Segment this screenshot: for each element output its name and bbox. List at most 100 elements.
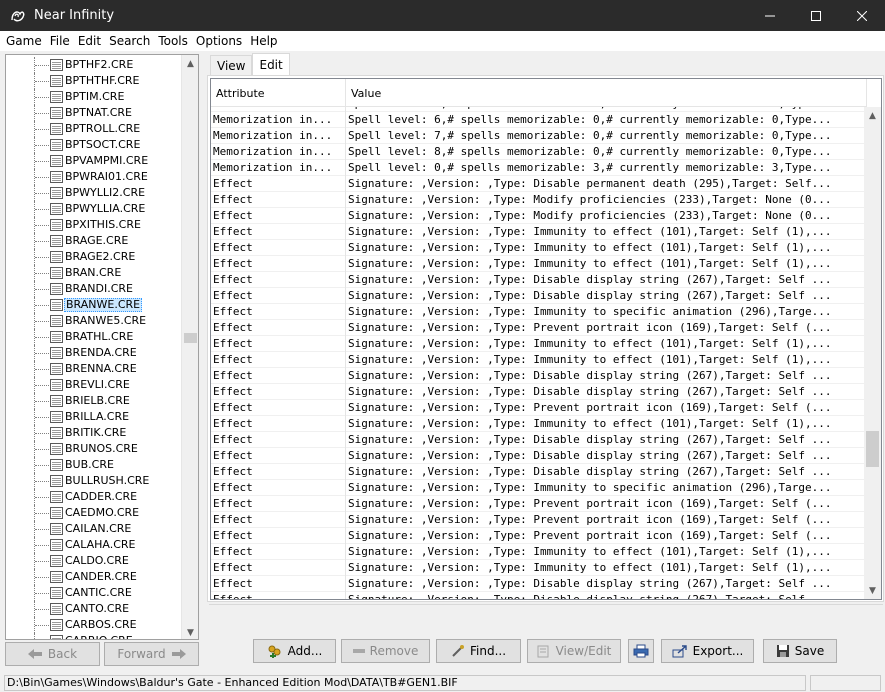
table-scrollbar[interactable]: ▲ ▼ (864, 107, 881, 599)
tree-item[interactable]: CARBOS.CRE (6, 617, 186, 633)
tree-item[interactable]: CALDO.CRE (6, 553, 186, 569)
tree-item[interactable]: CANDER.CRE (6, 569, 186, 585)
tree-item[interactable]: BPWYLLIA.CRE (6, 201, 186, 217)
tree-item[interactable]: BRENDA.CRE (6, 345, 186, 361)
table-row[interactable]: EffectSignature: ,Version: ,Type: Disabl… (211, 272, 867, 288)
column-header-attribute[interactable]: Attribute (211, 79, 346, 107)
add-button[interactable]: Add... (253, 639, 336, 663)
table-row[interactable]: Memorization in... Spell level: 8,# spell… (211, 144, 867, 160)
print-button[interactable] (628, 639, 654, 663)
table-row[interactable]: Effect Signature: ,Version: ,Type: Immuni… (211, 480, 867, 496)
tree-item[interactable]: BRAN.CRE (6, 265, 186, 281)
tree-item[interactable]: BREVLI.CRE (6, 377, 186, 393)
table-row[interactable]: Effect Signature: ,Version: ,Type: Preven… (211, 320, 867, 336)
tree-item[interactable]: BRENNA.CRE (6, 361, 186, 377)
tree-item[interactable]: CAILAN.CRE (6, 521, 186, 537)
menu-options[interactable]: Options (192, 34, 246, 48)
scroll-down-icon[interactable]: ▼ (864, 582, 881, 599)
tree-scrollbar[interactable]: ▲ ▼ (181, 55, 198, 639)
table-row[interactable]: Effect Signature: ,Version: ,Type: Preven… (211, 496, 867, 512)
tree-item[interactable]: BUB.CRE (6, 457, 186, 473)
table-row[interactable]: EffectSignature: ,Version: ,Type: Disabl… (211, 464, 867, 480)
close-button[interactable] (839, 0, 885, 31)
forward-button[interactable]: Forward (104, 642, 199, 666)
menu-help[interactable]: Help (246, 34, 281, 48)
table-row[interactable]: Effect Signature: ,Version: ,Type: Immuni… (211, 336, 867, 352)
menu-tools[interactable]: Tools (154, 34, 192, 48)
view-edit-button[interactable]: View/Edit (527, 639, 621, 663)
tree-item[interactable]: BRITIK.CRE (6, 425, 186, 441)
table-row[interactable]: EffectSignature: ,Version: ,Type: Disabl… (211, 592, 867, 599)
table-row[interactable]: EffectSignature: ,Version: ,Type: Disabl… (211, 368, 867, 384)
tree-item[interactable]: CANTIC.CRE (6, 585, 186, 601)
scroll-up-icon[interactable]: ▲ (182, 55, 198, 72)
table-row[interactable]: EffectSignature: ,Version: ,Type: Disabl… (211, 288, 867, 304)
table-row[interactable]: EffectSignature: ,Version: ,Type: Disabl… (211, 176, 867, 192)
table-row[interactable]: Effect Signature: ,Version: ,Type: Immuni… (211, 256, 867, 272)
tree-item[interactable]: BPTROLL.CRE (6, 121, 186, 137)
table-row[interactable]: EffectSignature: ,Version: ,Type: Disabl… (211, 432, 867, 448)
tree-item[interactable]: BPTSOCT.CRE (6, 137, 186, 153)
tree-item[interactable]: BPXITHIS.CRE (6, 217, 186, 233)
table-row[interactable]: EffectSignature: ,Version: ,Type: Disabl… (211, 448, 867, 464)
tree-item[interactable]: BPWRAI01.CRE (6, 169, 186, 185)
table-row[interactable]: Effect Signature: ,Version: ,Type: Immuni… (211, 352, 867, 368)
maximize-button[interactable] (793, 0, 839, 31)
table-row[interactable]: Effect Signature: ,Version: ,Type: Modify… (211, 192, 867, 208)
table-row[interactable]: EffectSignature: ,Version: ,Type: Disabl… (211, 576, 867, 592)
tree-scroll-thumb[interactable] (184, 333, 197, 343)
tree-item[interactable]: CAEDMO.CRE (6, 505, 186, 521)
save-button[interactable]: Save (763, 639, 837, 663)
tree-item[interactable]: BPWYLLI2.CRE (6, 185, 186, 201)
table-row[interactable]: Effect Signature: ,Version: ,Type: Immuni… (211, 560, 867, 576)
tree-item[interactable]: BRANWE5.CRE (6, 313, 186, 329)
table-row[interactable]: Effect Signature: ,Version: ,Type: Preven… (211, 512, 867, 528)
table-row[interactable]: Memorization in... Spell level: 0,# spell… (211, 160, 867, 176)
tab-edit[interactable]: Edit (252, 53, 290, 75)
back-button[interactable]: Back (5, 642, 100, 666)
table-row[interactable]: Effect Signature: ,Version: ,Type: Immuni… (211, 240, 867, 256)
tree-item[interactable]: BRILLA.CRE (6, 409, 186, 425)
tree-item[interactable]: BPTHF2.CRE (6, 57, 186, 73)
table-row[interactable]: Effect Signature: ,Version: ,Type: Immuni… (211, 224, 867, 240)
tree-item[interactable]: BRANWE.CRE (6, 297, 186, 313)
tree-item[interactable]: BRATHL.CRE (6, 329, 186, 345)
tree-item[interactable]: BRUNOS.CRE (6, 441, 186, 457)
minimize-button[interactable] (747, 0, 793, 31)
table-row[interactable]: Effect Signature: ,Version: ,Type: Preven… (211, 400, 867, 416)
tree-item[interactable]: BPTIM.CRE (6, 89, 186, 105)
tab-view[interactable]: View (210, 55, 253, 75)
tree-item[interactable]: BPTHTHF.CRE (6, 73, 186, 89)
table-row[interactable]: Effect Signature: ,Version: ,Type: Preven… (211, 528, 867, 544)
tree-item[interactable]: BPTNAT.CRE (6, 105, 186, 121)
tree-item[interactable]: CANTO.CRE (6, 601, 186, 617)
table-scroll-thumb[interactable] (866, 431, 879, 467)
tree-item[interactable]: CALAHA.CRE (6, 537, 186, 553)
remove-button[interactable]: Remove (341, 639, 430, 663)
table-row[interactable]: Effect Signature: ,Version: ,Type: Immuni… (211, 416, 867, 432)
menu-edit[interactable]: Edit (74, 34, 105, 48)
table-row[interactable]: Memorization in... Spell level: 7,# spell… (211, 128, 867, 144)
tree-item[interactable]: CARRIO.CRE (6, 633, 186, 639)
tree-item[interactable]: BRIELB.CRE (6, 393, 186, 409)
tree-item[interactable]: BRANDI.CRE (6, 281, 186, 297)
scroll-down-icon[interactable]: ▼ (182, 624, 198, 639)
table-row[interactable]: Effect Signature: ,Version: ,Type: Immuni… (211, 544, 867, 560)
tree-item[interactable]: BRAGE2.CRE (6, 249, 186, 265)
column-header-value[interactable]: Value (346, 79, 867, 107)
table-row[interactable]: Effect Signature: ,Version: ,Type: Immuni… (211, 304, 867, 320)
export-button[interactable]: Export... (661, 639, 754, 663)
table-row[interactable]: Effect Signature: ,Version: ,Type: Modify… (211, 208, 867, 224)
split-divider[interactable] (203, 54, 205, 674)
scroll-up-icon[interactable]: ▲ (864, 107, 881, 124)
menu-search[interactable]: Search (105, 34, 154, 48)
table-row[interactable]: EffectSignature: ,Version: ,Type: Disabl… (211, 384, 867, 400)
find-button[interactable]: Find... (436, 639, 521, 663)
tree-item[interactable]: BRAGE.CRE (6, 233, 186, 249)
table-row[interactable]: Memorization in... Spell level: 6,# spell… (211, 112, 867, 128)
menu-file[interactable]: File (46, 34, 74, 48)
menu-game[interactable]: Game (2, 34, 46, 48)
tree-item[interactable]: BULLRUSH.CRE (6, 473, 186, 489)
tree-item[interactable]: CADDER.CRE (6, 489, 186, 505)
tree-item[interactable]: BPVAMPMI.CRE (6, 153, 186, 169)
